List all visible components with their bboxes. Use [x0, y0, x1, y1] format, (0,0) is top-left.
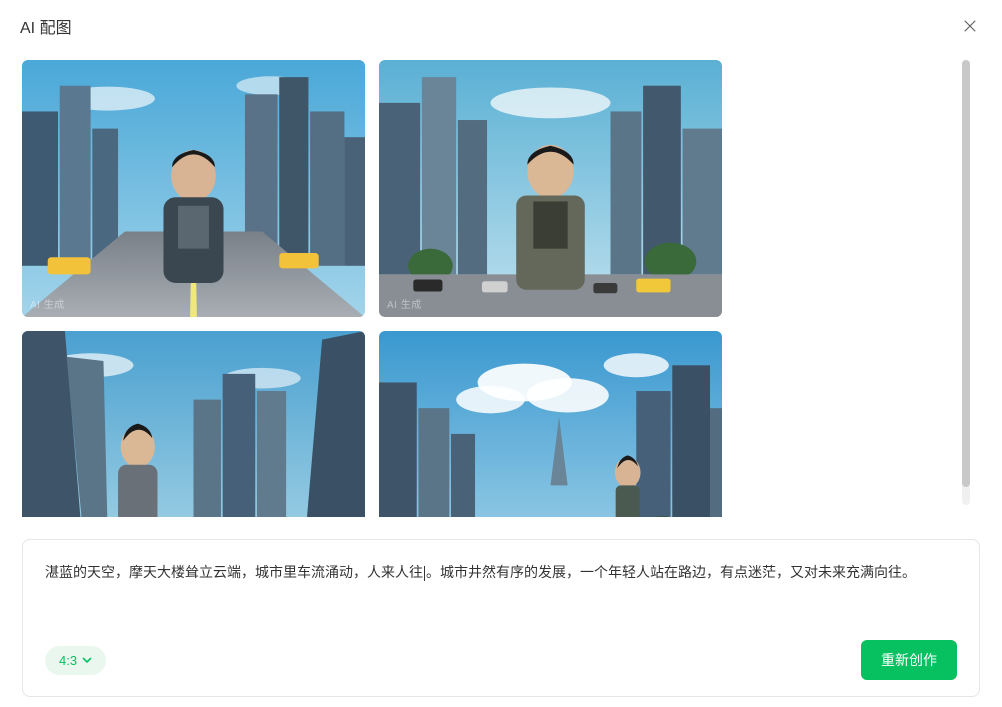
modal-header: AI 配图 — [0, 0, 1002, 48]
prompt-text-after: 。城市井然有序的发展，一个年轻人站在路边，有点迷茫，又对未来充满向往。 — [426, 564, 916, 580]
result-image-4[interactable]: AI 生成 — [379, 331, 722, 517]
result-image-2[interactable]: AI 生成 — [379, 60, 722, 317]
modal-title: AI 配图 — [20, 14, 72, 38]
aspect-ratio-selector[interactable]: 4:3 — [45, 646, 106, 675]
image-grid: AI 生成 — [22, 48, 722, 517]
prompt-actions: 4:3 重新创作 — [45, 640, 957, 680]
text-cursor — [424, 566, 425, 581]
close-button[interactable] — [958, 14, 982, 38]
ai-image-modal: AI 配图 — [0, 0, 1002, 707]
close-icon — [961, 17, 979, 35]
results-scroll-area: AI 生成 — [22, 48, 980, 517]
prompt-input[interactable]: 湛蓝的天空，摩天大楼耸立云端，城市里车流涌动，人来人往。城市井然有序的发展，一个… — [45, 560, 957, 612]
prompt-panel: 湛蓝的天空，摩天大楼耸立云端，城市里车流涌动，人来人往。城市井然有序的发展，一个… — [22, 539, 980, 697]
cityscape-illustration — [22, 60, 365, 317]
cityscape-illustration — [379, 60, 722, 317]
result-image-3[interactable]: AI 生成 — [22, 331, 365, 517]
prompt-text-before: 湛蓝的天空，摩天大楼耸立云端，城市里车流涌动，人来人往 — [45, 564, 423, 580]
scrollbar[interactable] — [962, 60, 970, 505]
cityscape-illustration — [22, 331, 365, 517]
cityscape-illustration — [379, 331, 722, 517]
scrollbar-thumb[interactable] — [962, 60, 970, 487]
modal-content: AI 生成 — [0, 48, 1002, 707]
result-image-1[interactable]: AI 生成 — [22, 60, 365, 317]
regenerate-button[interactable]: 重新创作 — [861, 640, 957, 680]
chevron-down-icon — [82, 655, 92, 665]
watermark: AI 生成 — [387, 296, 422, 311]
watermark: AI 生成 — [30, 296, 65, 311]
aspect-ratio-label: 4:3 — [59, 653, 77, 668]
